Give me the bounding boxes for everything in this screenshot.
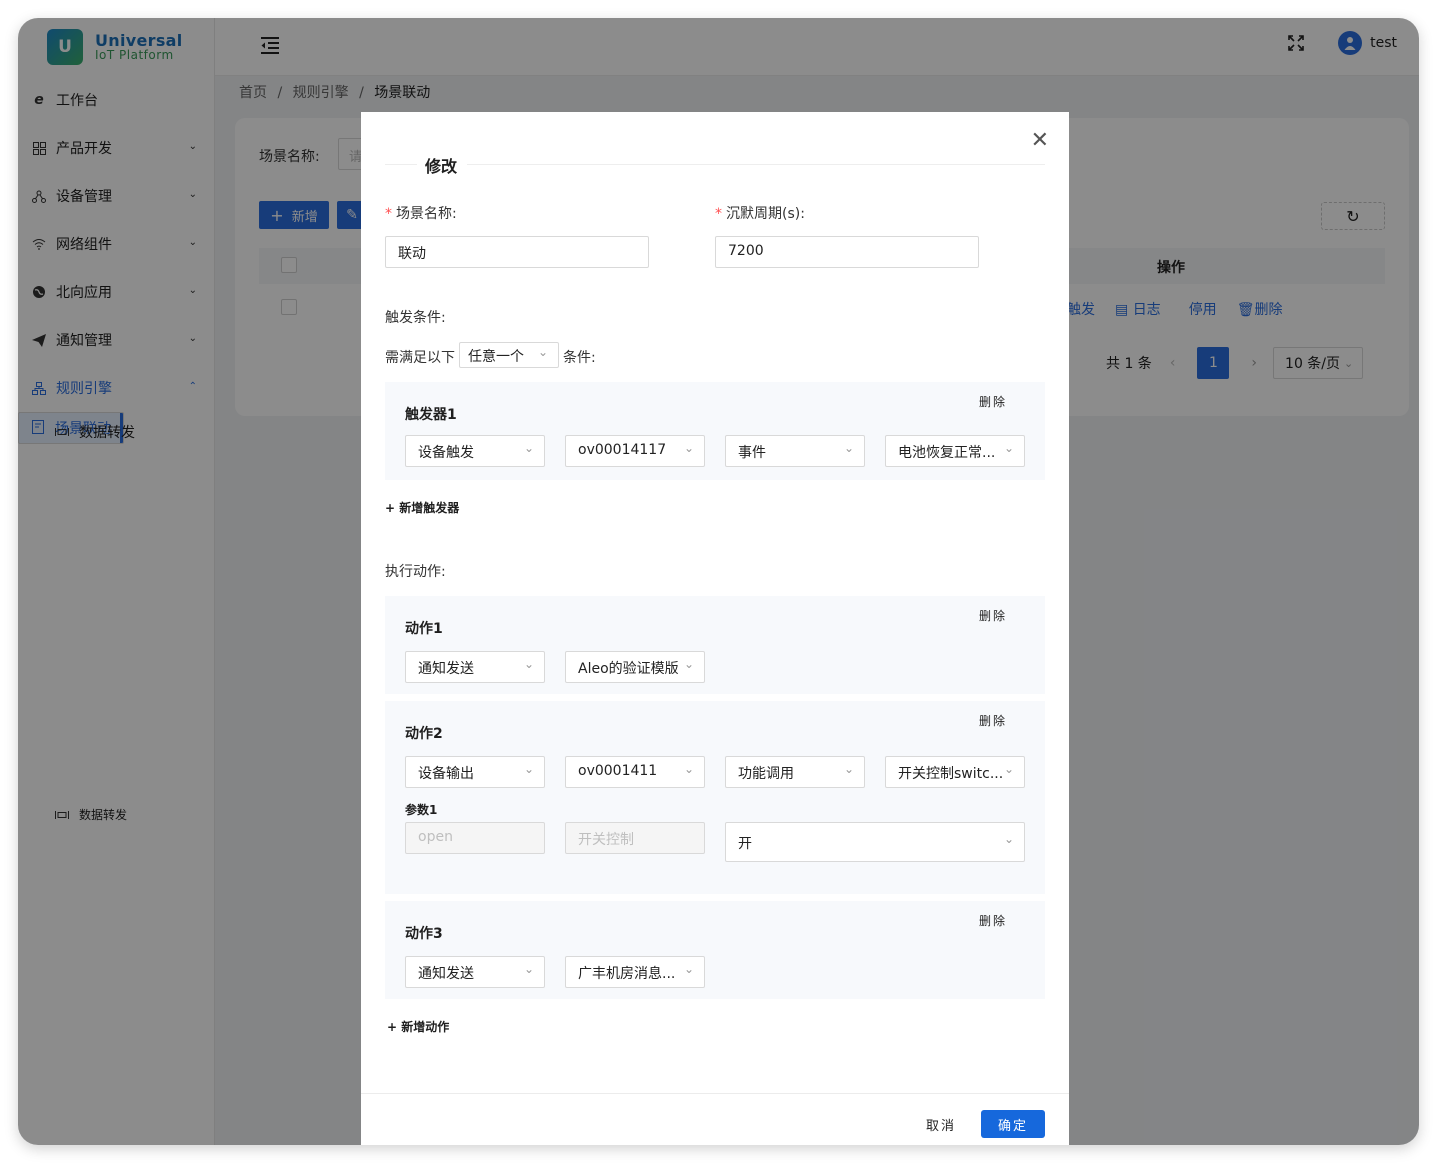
trigger-device-select[interactable]: ov00014117 ⌄ xyxy=(565,435,705,467)
chevron-down-icon: ⌄ xyxy=(538,345,548,359)
action-delete-button[interactable]: 删除 xyxy=(979,912,1007,929)
chevron-down-icon: ⌄ xyxy=(524,962,534,976)
select-value: 开关控制switc... xyxy=(898,766,1003,782)
scene-name-input[interactable]: 联动 xyxy=(385,236,649,268)
silence-input[interactable]: 7200 xyxy=(715,236,979,268)
chevron-down-icon: ⌄ xyxy=(844,762,854,776)
scene-name-label-text: 场景名称: xyxy=(396,206,457,222)
trigger-kind-select[interactable]: 事件 ⌄ xyxy=(725,435,865,467)
action-block: 动作1 删除 通知发送 ⌄ Aleo的验证模版 ⌄ xyxy=(385,596,1045,694)
trigger-title: 触发器1 xyxy=(405,404,457,424)
close-icon[interactable]: ✕ xyxy=(1031,130,1049,152)
edit-modal: ✕ 修改 *场景名称: 联动 *沉默周期(s): 7200 触发条件: 需满足以… xyxy=(361,112,1069,1145)
add-trigger-button[interactable]: + 新增触发器 xyxy=(385,499,459,516)
action-template-select[interactable]: Aleo的验证模版 ⌄ xyxy=(565,651,705,683)
chevron-down-icon: ⌄ xyxy=(524,441,534,455)
chevron-down-icon: ⌄ xyxy=(684,762,694,776)
trigger-block: 触发器1 删除 设备触发 ⌄ ov00014117 ⌄ 事件 ⌄ 电池恢复正常... ⌄ xyxy=(385,382,1045,480)
action-delete-button[interactable]: 删除 xyxy=(979,712,1007,729)
select-value: ov0001411 xyxy=(578,763,657,779)
silence-label-text: 沉默周期(s): xyxy=(726,206,805,222)
action-template-select[interactable]: 广丰机房消息... ⌄ xyxy=(565,956,705,988)
select-value: 通知发送 xyxy=(418,966,474,982)
select-value: ov00014117 xyxy=(578,442,666,458)
trigger-event-select[interactable]: 电池恢复正常... ⌄ xyxy=(885,435,1025,467)
param-id-input: open xyxy=(405,822,545,854)
action-type-select[interactable]: 通知发送 ⌄ xyxy=(405,651,545,683)
cancel-button[interactable]: 取消 xyxy=(915,1110,967,1138)
select-value: 功能调用 xyxy=(738,766,794,782)
chevron-down-icon: ⌄ xyxy=(524,657,534,671)
trigger-type-select[interactable]: 设备触发 ⌄ xyxy=(405,435,545,467)
param-label: 参数1 xyxy=(405,801,437,818)
title-divider xyxy=(385,164,1045,165)
chevron-down-icon: ⌄ xyxy=(1004,441,1014,455)
condition-suffix: 条件: xyxy=(563,347,596,367)
action-function-select[interactable]: 开关控制switc...⌄ xyxy=(885,756,1025,788)
chevron-down-icon: ⌄ xyxy=(524,762,534,776)
silence-label: *沉默周期(s): xyxy=(715,203,805,223)
action-title: 动作2 xyxy=(405,723,443,743)
action-title: 动作3 xyxy=(405,923,443,943)
confirm-button[interactable]: 确定 xyxy=(981,1110,1045,1138)
select-value: 事件 xyxy=(738,445,766,461)
action-block: 动作3 删除 通知发送 ⌄ 广丰机房消息... ⌄ xyxy=(385,901,1045,999)
select-value: 广丰机房消息... xyxy=(578,966,675,982)
select-value: 电池恢复正常... xyxy=(898,445,995,461)
condition-select[interactable]: 任意一个 ⌄ xyxy=(459,342,559,368)
condition-prefix: 需满足以下 xyxy=(385,347,455,367)
chevron-down-icon: ⌄ xyxy=(684,657,694,671)
select-value: Aleo的验证模版 xyxy=(578,661,679,677)
select-value: 开 xyxy=(738,836,752,852)
action-section-label: 执行动作: xyxy=(385,561,446,581)
param-name-input: 开关控制 xyxy=(565,822,705,854)
select-value: 设备触发 xyxy=(418,445,474,461)
select-value: 通知发送 xyxy=(418,661,474,677)
condition-value: 任意一个 xyxy=(468,349,524,365)
action-delete-button[interactable]: 删除 xyxy=(979,607,1007,624)
trigger-section-label: 触发条件: xyxy=(385,307,446,327)
action-title: 动作1 xyxy=(405,618,443,638)
select-value: 设备输出 xyxy=(418,766,474,782)
param-value-select[interactable]: 开⌄ xyxy=(725,822,1025,862)
action-device-select[interactable]: ov0001411 ⌄ xyxy=(565,756,705,788)
action-type-select[interactable]: 通知发送 ⌄ xyxy=(405,956,545,988)
chevron-down-icon: ⌄ xyxy=(1004,832,1014,846)
action-block: 动作2 删除 设备输出 ⌄ ov0001411 ⌄ 功能调用 ⌄ 开关控制switc.… xyxy=(385,701,1045,894)
action-type-select[interactable]: 设备输出 ⌄ xyxy=(405,756,545,788)
chevron-down-icon: ⌄ xyxy=(684,441,694,455)
chevron-down-icon: ⌄ xyxy=(844,441,854,455)
modal-title: 修改 xyxy=(425,153,457,177)
chevron-down-icon: ⌄ xyxy=(1004,762,1014,776)
chevron-down-icon: ⌄ xyxy=(684,962,694,976)
action-kind-select[interactable]: 功能调用 ⌄ xyxy=(725,756,865,788)
app-window: U Universal IoT Platform e 工作台 产品开发 ⌄ xyxy=(18,18,1419,1145)
scene-name-label: *场景名称: xyxy=(385,203,457,223)
trigger-delete-button[interactable]: 删除 xyxy=(979,393,1007,410)
footer-divider xyxy=(361,1093,1069,1094)
add-action-button[interactable]: + 新增动作 xyxy=(387,1018,449,1035)
